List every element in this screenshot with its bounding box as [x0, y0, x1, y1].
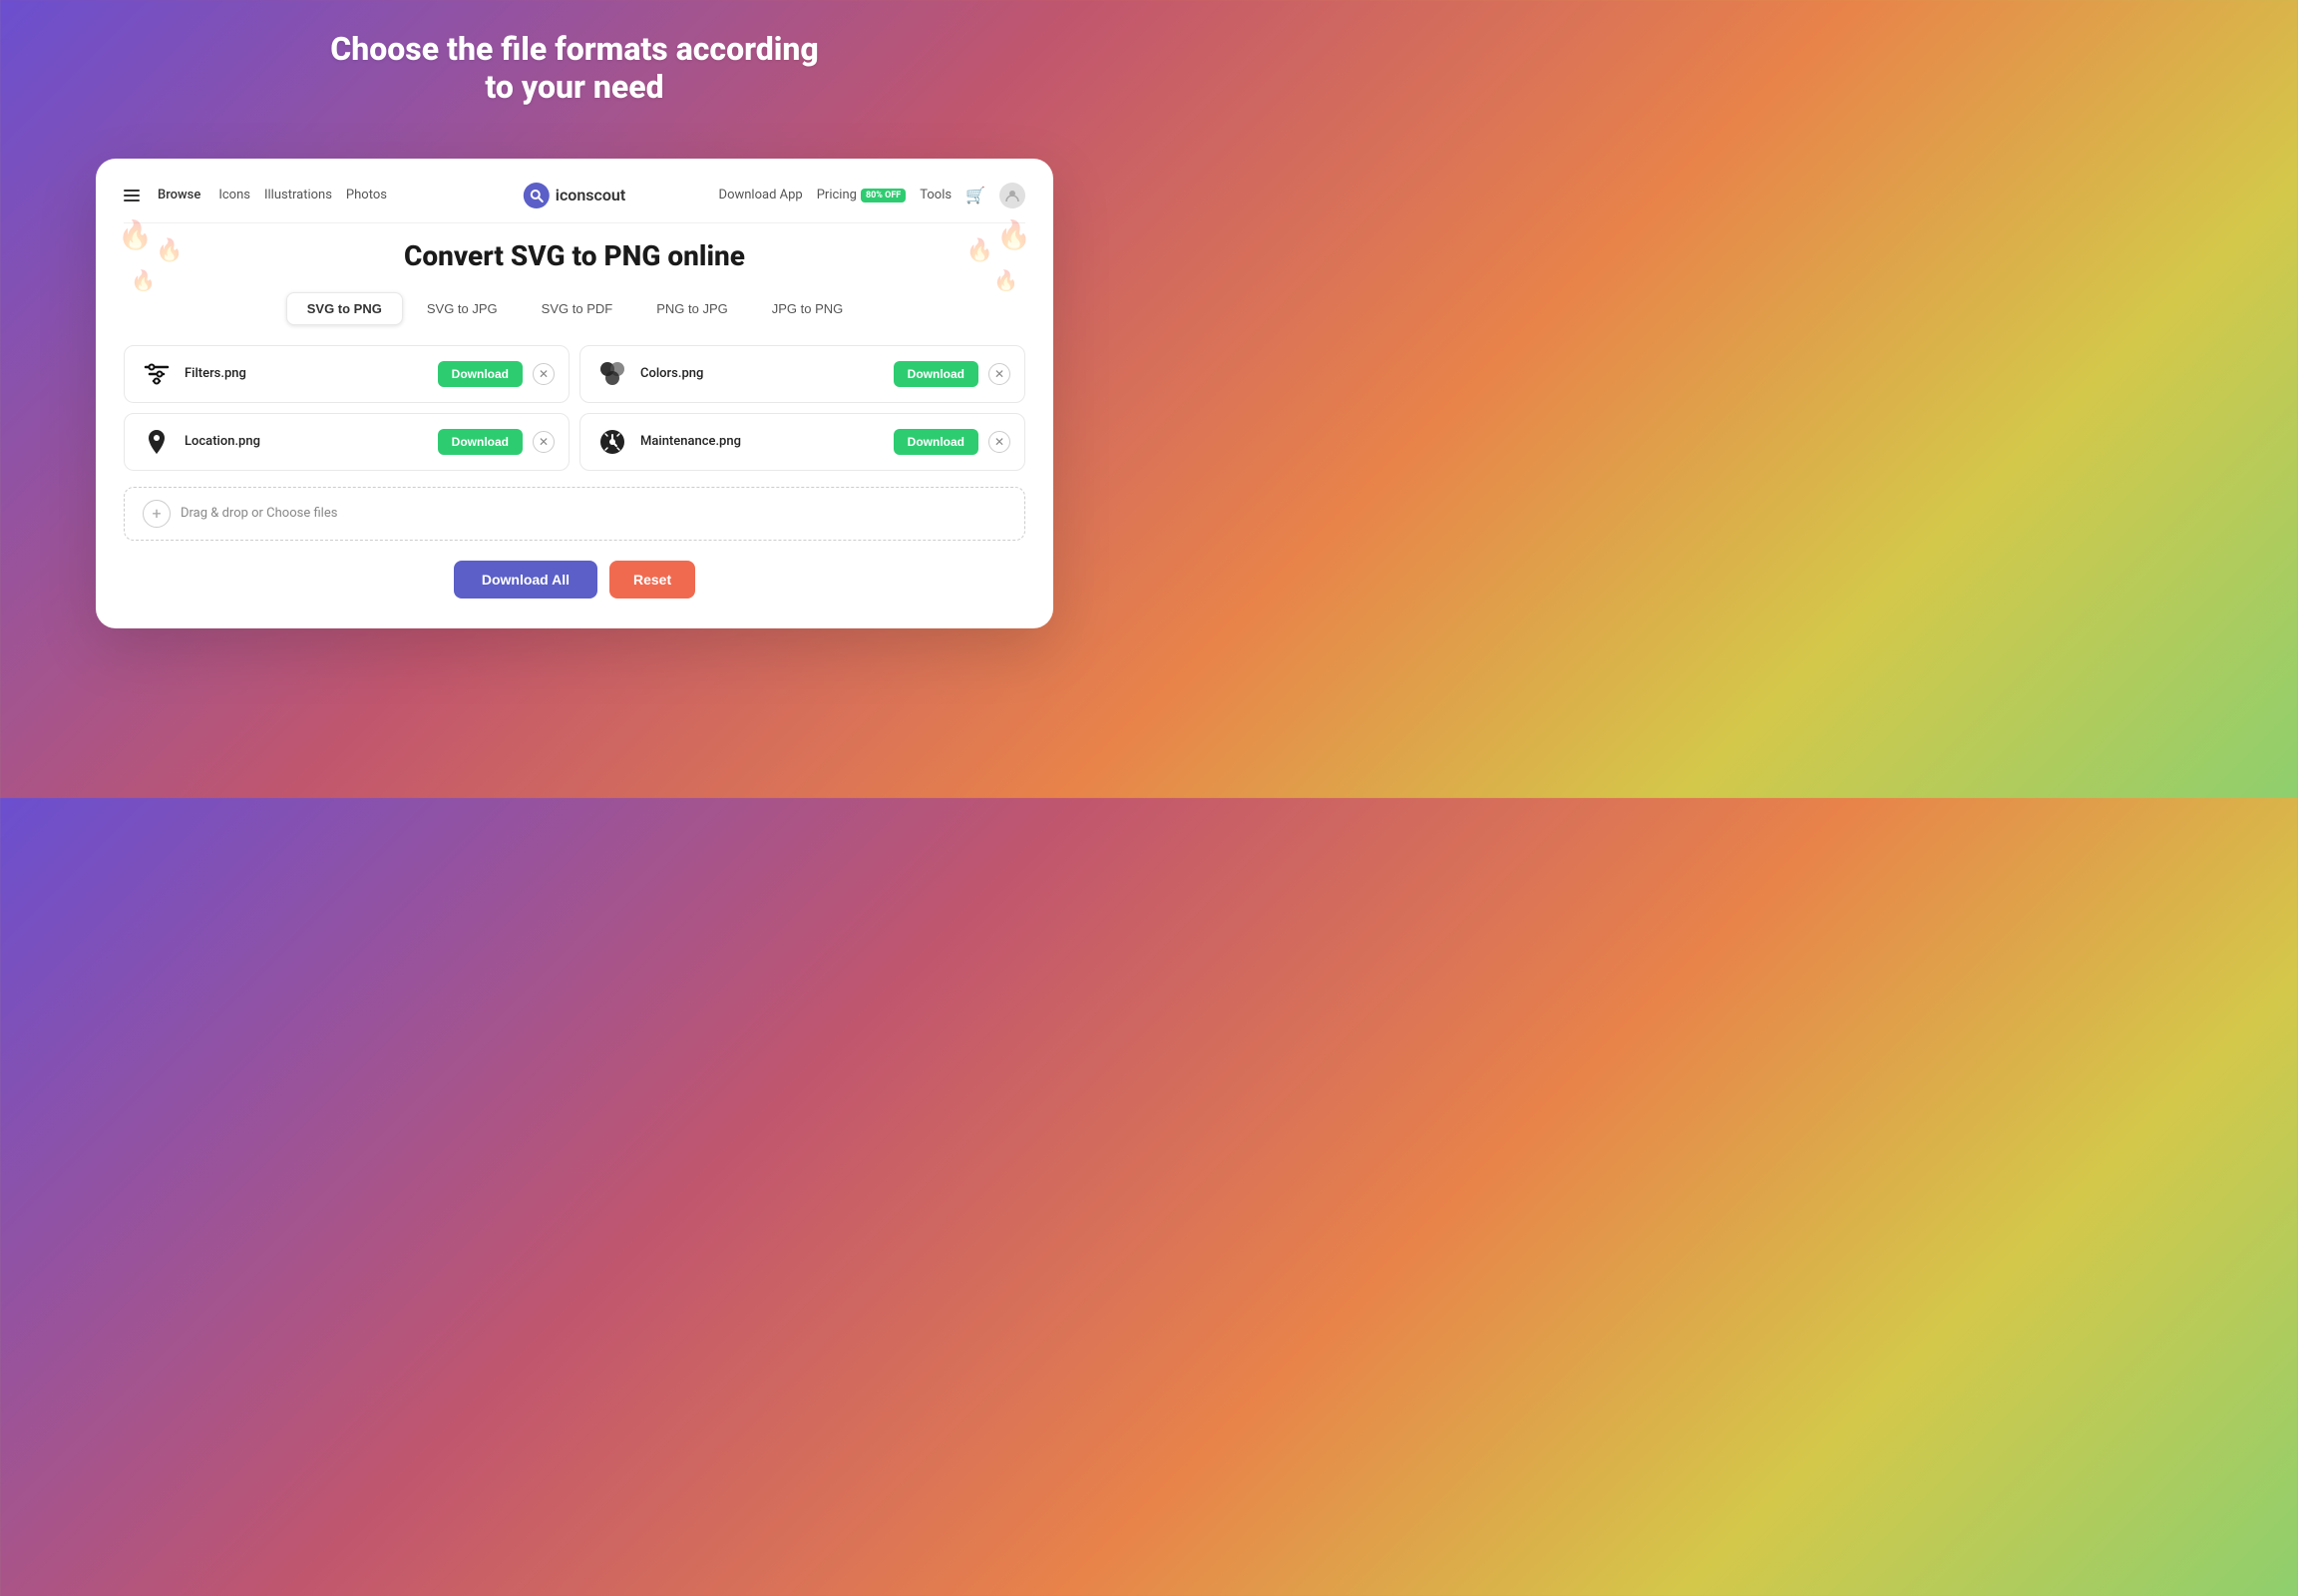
nav-illustrations-link[interactable]: Illustrations [264, 188, 332, 202]
navbar: Browse Icons Illustrations Photos iconsc… [124, 183, 1025, 223]
page-title: Convert SVG to PNG online [124, 239, 1025, 272]
file-item-filters: Filters.png Download ✕ [124, 345, 570, 403]
maintenance-remove-btn[interactable]: ✕ [988, 431, 1010, 453]
tab-svg-to-pdf[interactable]: SVG to PDF [522, 292, 633, 325]
pricing-link[interactable]: Pricing [817, 188, 857, 202]
cart-icon[interactable]: 🛒 [965, 186, 985, 204]
maintenance-download-btn[interactable]: Download [894, 429, 978, 455]
menu-icon[interactable] [124, 190, 140, 201]
nav-icons-link[interactable]: Icons [218, 188, 250, 202]
filters-file-name: Filters.png [185, 366, 428, 381]
format-tabs: SVG to PNG SVG to JPG SVG to PDF PNG to … [124, 292, 1025, 325]
header-line2: to your need [330, 68, 818, 106]
page-header: Choose the file formats according to you… [330, 30, 818, 135]
off-badge: 80% OFF [861, 189, 906, 202]
location-download-btn[interactable]: Download [438, 429, 523, 455]
drop-zone-text: Drag & drop or Choose files [181, 506, 337, 521]
nav-browse-label[interactable]: Browse [158, 188, 200, 202]
maintenance-file-icon [594, 424, 630, 460]
filters-download-btn[interactable]: Download [438, 361, 523, 387]
location-file-icon [139, 424, 175, 460]
logo-text: iconscout [556, 186, 625, 204]
location-remove-btn[interactable]: ✕ [533, 431, 555, 453]
header-line1: Choose the file formats according [330, 30, 818, 68]
location-file-name: Location.png [185, 434, 428, 449]
colors-file-name: Colors.png [640, 366, 884, 381]
avatar[interactable] [999, 183, 1025, 208]
filters-file-icon [139, 356, 175, 392]
file-item-maintenance: Maintenance.png Download ✕ [579, 413, 1025, 471]
nav-photos-link[interactable]: Photos [346, 188, 387, 202]
tab-svg-to-jpg[interactable]: SVG to JPG [407, 292, 518, 325]
nav-right: Download App Pricing 80% OFF Tools 🛒 [719, 183, 1025, 208]
colors-remove-btn[interactable]: ✕ [988, 363, 1010, 385]
file-item-colors: Colors.png Download ✕ [579, 345, 1025, 403]
main-card: 🔥 🔥 🔥 🔥 🔥 🔥 Browse Icons Illustrations P… [96, 159, 1053, 628]
nav-links: Icons Illustrations Photos [218, 188, 387, 202]
drop-zone[interactable]: + Drag & drop or Choose files [124, 487, 1025, 541]
colors-file-icon [594, 356, 630, 392]
colors-download-btn[interactable]: Download [894, 361, 978, 387]
file-item-location: Location.png Download ✕ [124, 413, 570, 471]
download-app-link[interactable]: Download App [719, 188, 803, 202]
nav-left: Browse Icons Illustrations Photos [124, 188, 387, 202]
file-grid: Filters.png Download ✕ Colors.png Downlo… [124, 345, 1025, 471]
add-icon: + [143, 500, 171, 528]
maintenance-file-name: Maintenance.png [640, 434, 884, 449]
download-all-button[interactable]: Download All [454, 561, 597, 598]
filters-remove-btn[interactable]: ✕ [533, 363, 555, 385]
reset-button[interactable]: Reset [609, 561, 695, 598]
pricing-badge[interactable]: Pricing 80% OFF [817, 188, 907, 202]
tab-png-to-jpg[interactable]: PNG to JPG [636, 292, 748, 325]
tab-svg-to-png[interactable]: SVG to PNG [286, 292, 403, 325]
tools-link[interactable]: Tools [920, 188, 952, 202]
action-buttons: Download All Reset [124, 561, 1025, 598]
tab-jpg-to-png[interactable]: JPG to PNG [752, 292, 864, 325]
logo-icon [524, 183, 550, 208]
nav-logo[interactable]: iconscout [524, 183, 625, 208]
